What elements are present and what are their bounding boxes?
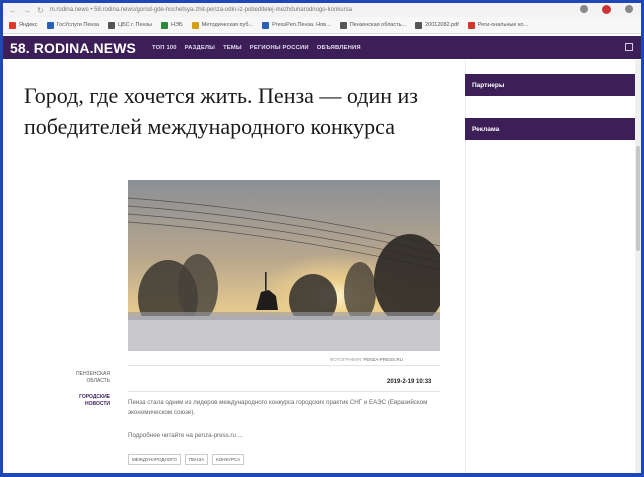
bookmark-label: Реги-ональные ко... [477, 22, 529, 28]
reload-icon[interactable]: ↻ [37, 6, 44, 15]
bookmark-label: PressPen.Пенза. Нов... [272, 22, 331, 28]
scrollbar-thumb[interactable] [636, 146, 640, 251]
bookmark-favicon-icon [191, 21, 199, 29]
divider [128, 391, 440, 392]
bookmark-item[interactable]: ЦБС г. Пензы [108, 21, 153, 29]
bookmark-item[interactable]: Реги-ональные ко... [467, 21, 529, 29]
tag-item[interactable]: МЕЖДУНАРОДНОГО [128, 454, 181, 465]
nav-item-regions[interactable]: РЕГИОНЫ РОССИИ [250, 45, 309, 51]
article-text: Пенза стала одним из лидеров международн… [128, 399, 428, 416]
bookmark-favicon-icon [161, 21, 169, 29]
category-label[interactable]: ГОРОДСКИЕ НОВОСТИ [70, 394, 110, 408]
nav-item-topics[interactable]: ТЕМЫ [223, 45, 242, 51]
bookmark-favicon-icon [108, 21, 115, 29]
bookmark-item[interactable]: PressPen.Пенза. Нов... [262, 21, 331, 29]
source-label[interactable]: ПЕНЗЕНСКАЯ ОБЛАСТЬ [70, 371, 110, 385]
page-scrollbar[interactable] [635, 60, 641, 473]
photo-credit-source[interactable]: PENZA-PRESS.RU [363, 357, 403, 362]
article-date: 2019-2-19 10:33 [387, 379, 432, 385]
article-title: Город, где хочется жить. Пенза — один из… [24, 83, 418, 139]
bookmark-label: Яндекс [19, 22, 38, 28]
profile-icon[interactable] [602, 5, 611, 14]
site-logo[interactable]: 58. RODINA.NEWS [3, 40, 136, 56]
bookmark-label: Пензенская область... [349, 22, 407, 28]
forward-icon[interactable]: → [23, 6, 31, 15]
site-nav: ТОП 100 РАЗДЕЛЫ ТЕМЫ РЕГИОНЫ РОССИИ ОБЪЯ… [152, 45, 361, 51]
nav-item-ads[interactable]: ОБЪЯВЛЕНИЯ [317, 45, 361, 51]
bookmark-label: Методическая пуб... [201, 22, 254, 28]
site-header: 58. RODINA.NEWS ТОП 100 РАЗДЕЛЫ ТЕМЫ РЕГ… [3, 36, 641, 59]
tag-item[interactable]: КОНКУРСА [212, 454, 245, 465]
hamburger-menu-icon[interactable] [625, 43, 633, 51]
url-text[interactable]: m.rodina.news • 58.rodina.news/gorod-gde… [50, 7, 352, 13]
bookmark-label: ЦБС г. Пензы [118, 22, 153, 28]
read-more-link[interactable]: Подробнее читайте на penza-press.ru ... [128, 432, 243, 439]
bookmarks-bar: Яндекс ГосУслуги Пенза ЦБС г. Пензы НЭБ Мето… [3, 17, 641, 34]
bookmark-item[interactable]: Пензенская область... [339, 21, 407, 29]
bookmark-favicon-icon [415, 21, 423, 29]
nav-item-sections[interactable]: РАЗДЕЛЫ [185, 45, 215, 51]
tag-list: МЕЖДУНАРОДНОГО ПЕНЗА КОНКУРСА [128, 454, 245, 465]
bookmark-favicon-icon [9, 21, 16, 29]
photo-credit: ФОТОГРАФИЯ: PENZA-PRESS.RU [330, 357, 403, 362]
bookmark-item[interactable]: 20012082.pdf [415, 21, 459, 29]
bookmark-item[interactable]: НЭБ [161, 21, 183, 29]
tag-item[interactable]: ПЕНЗА [184, 454, 209, 465]
browser-address-bar[interactable]: ← → ↻ m.rodina.news • 58.rodina.news/gor… [3, 3, 641, 17]
bookmark-label: НЭБ [171, 22, 183, 28]
nav-item-top100[interactable]: ТОП 100 [152, 45, 177, 51]
photo-credit-label: ФОТОГРАФИЯ: [330, 357, 363, 362]
bookmark-favicon-icon [262, 21, 270, 29]
bookmark-favicon-icon [339, 21, 347, 29]
sidebar-ads-header: Реклама [465, 118, 636, 140]
sidebar-partners-header: Партнеры [465, 74, 636, 96]
extension-icon[interactable] [580, 5, 588, 13]
bookmark-label: 20012082.pdf [425, 22, 459, 28]
divider [128, 365, 440, 366]
back-icon[interactable]: ← [9, 6, 17, 15]
bookmark-favicon-icon [467, 21, 475, 29]
bookmark-item[interactable]: ГосУслуги Пенза [46, 21, 100, 29]
article-photo [128, 180, 440, 351]
bookmark-favicon-icon [46, 21, 54, 29]
menu-icon[interactable] [625, 5, 633, 13]
bookmark-label: ГосУслуги Пенза [56, 22, 100, 28]
bookmark-item[interactable]: Яндекс [9, 21, 38, 29]
bookmark-item[interactable]: Методическая пуб... [191, 21, 254, 29]
